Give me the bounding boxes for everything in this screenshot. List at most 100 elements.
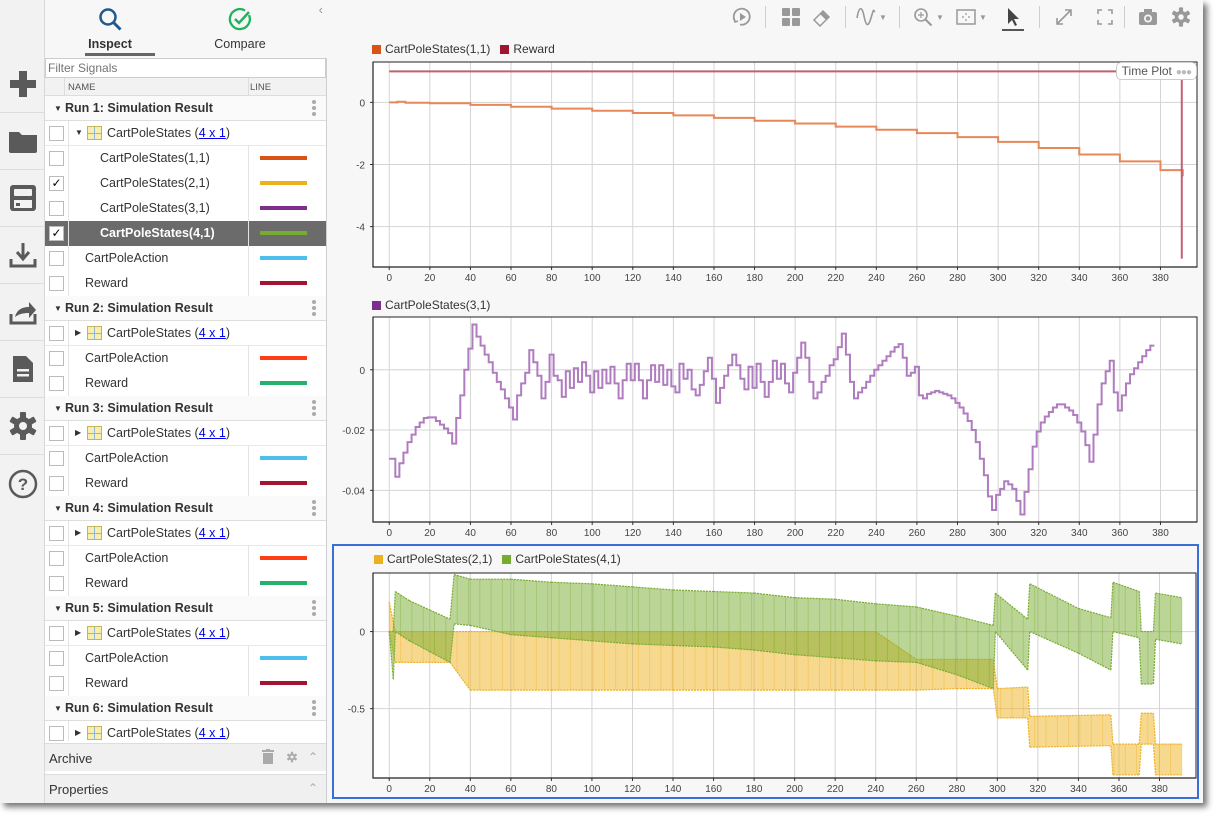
fit-to-view-icon[interactable]: ▼ [955, 5, 987, 29]
signal-row[interactable]: ✓ CartPoleStates(2,1) [45, 171, 326, 196]
expand-caret-icon[interactable]: ▼ [54, 404, 62, 413]
signal-checkbox[interactable] [49, 351, 64, 366]
expand-caret-icon[interactable]: ▶ [75, 428, 81, 437]
line-style-swatch[interactable] [260, 456, 307, 460]
expand-caret-icon[interactable]: ▼ [54, 104, 62, 113]
run-options-icon[interactable] [312, 500, 316, 518]
run-header[interactable]: ▼ Run 1: Simulation Result [45, 96, 326, 121]
dimension-link[interactable]: 4 x 1 [199, 526, 226, 540]
plot-type-badge[interactable]: Time Plot ●●● [1115, 62, 1197, 80]
eraser-icon[interactable] [811, 5, 833, 29]
signal-row[interactable]: CartPoleAction [45, 246, 326, 271]
signal-row[interactable]: CartPoleAction [45, 346, 326, 371]
line-style-swatch[interactable] [260, 381, 307, 385]
expand-caret-icon[interactable]: ▶ [75, 728, 81, 737]
signal-row[interactable]: CartPoleStates(1,1) [45, 146, 326, 171]
column-name-header[interactable]: NAME [68, 82, 95, 93]
dimension-link[interactable]: 4 x 1 [199, 326, 226, 340]
series-band[interactable] [454, 574, 471, 626]
signal-row[interactable]: ✓ CartPoleStates(4,1) [45, 221, 326, 246]
chevron-up-icon[interactable]: ⌃ [308, 781, 318, 795]
collapse-caret-icon[interactable]: ▼ [75, 128, 83, 137]
series-band[interactable] [1112, 582, 1140, 638]
signal-checkbox[interactable] [49, 476, 64, 491]
line-style-swatch[interactable] [260, 656, 307, 660]
filter-signals-input[interactable] [45, 58, 326, 78]
series-band[interactable] [1029, 714, 1111, 748]
report-icon[interactable] [0, 341, 45, 398]
signal-group-row[interactable]: ▶ CartPoleStates (4 x 1) [45, 421, 326, 446]
series-band[interactable] [470, 631, 511, 691]
pointer-icon[interactable] [1002, 5, 1024, 31]
help-icon[interactable]: ? [0, 455, 45, 512]
zoom-in-icon[interactable]: ▼ [912, 5, 944, 29]
dimension-link[interactable]: 4 x 1 [199, 726, 226, 740]
signal-checkbox[interactable] [49, 676, 64, 691]
signal-checkbox[interactable] [49, 551, 64, 566]
signal-checkbox[interactable] [49, 276, 64, 291]
expand-icon[interactable] [1053, 5, 1075, 29]
signal-row[interactable]: CartPoleAction [45, 546, 326, 571]
signal-group-row[interactable]: ▶ CartPoleStates (4 x 1) [45, 521, 326, 546]
series-band[interactable] [591, 583, 633, 644]
signal-checkbox[interactable] [49, 326, 64, 341]
signal-row[interactable]: CartPoleAction [45, 646, 326, 671]
tab-compare[interactable]: Compare [185, 0, 295, 58]
series-band[interactable] [673, 589, 714, 647]
signal-row[interactable]: Reward [45, 571, 326, 596]
signal-row[interactable]: Reward [45, 671, 326, 696]
line-style-swatch[interactable] [260, 356, 307, 360]
more-options-icon[interactable]: ●●● [1176, 67, 1192, 78]
column-line-header[interactable]: LINE [250, 82, 271, 93]
time-plot-2[interactable]: CartPoleStates(3,1) 0 20 40 60 80 100 120 140 16… [332, 292, 1199, 542]
trash-icon[interactable] [262, 749, 274, 767]
archive-section[interactable]: Archive ⌃ [45, 743, 326, 771]
signal-row[interactable]: CartPoleAction [45, 446, 326, 471]
new-icon[interactable] [0, 56, 45, 113]
settings-icon[interactable] [0, 398, 45, 455]
series-band[interactable] [510, 579, 552, 638]
plot-2-canvas[interactable]: 0 20 40 60 80 100 120 140 160 180 200 220 240 260 280 3… [332, 292, 1199, 542]
dimension-link[interactable]: 4 x 1 [199, 126, 226, 140]
signal-group-row[interactable]: ▶ CartPoleStates (4 x 1) [45, 721, 326, 741]
properties-section[interactable]: Properties ⌃ [45, 774, 326, 803]
run-header[interactable]: ▼ Run 6: Simulation Result [45, 696, 326, 721]
expand-caret-icon[interactable]: ▼ [54, 704, 62, 713]
run-header[interactable]: ▼ Run 4: Simulation Result [45, 496, 326, 521]
export-icon[interactable] [0, 284, 45, 341]
signal-checkbox[interactable] [49, 251, 64, 266]
line-style-swatch[interactable] [260, 181, 307, 185]
run-options-icon[interactable] [312, 300, 316, 318]
line-style-swatch[interactable] [260, 206, 307, 210]
signal-row[interactable]: Reward [45, 471, 326, 496]
time-plot-1[interactable]: CartPoleStates(1,1) Reward 0 20 40 60 80 100 12… [332, 36, 1199, 288]
run-options-icon[interactable] [312, 600, 316, 618]
line-style-swatch[interactable] [260, 481, 307, 485]
series-band[interactable] [551, 582, 592, 641]
signal-checkbox[interactable] [49, 726, 64, 741]
signal-checkbox[interactable] [49, 376, 64, 391]
plot-3-canvas[interactable]: 0 20 40 60 80 100 120 140 160 180 200 220 240 260 280 3… [334, 546, 1197, 797]
series-band[interactable] [1112, 744, 1140, 775]
signal-checkbox[interactable]: ✓ [49, 176, 64, 191]
series-band[interactable] [713, 591, 755, 651]
run-header[interactable]: ▼ Run 5: Simulation Result [45, 596, 326, 621]
replay-icon[interactable] [731, 5, 753, 29]
run-header[interactable]: ▼ Run 3: Simulation Result [45, 396, 326, 421]
open-folder-icon[interactable] [0, 113, 45, 170]
expand-caret-icon[interactable]: ▶ [75, 628, 81, 637]
series-band[interactable] [510, 631, 552, 691]
import-icon[interactable] [0, 227, 45, 284]
signal-group-row[interactable]: ▶ CartPoleStates (4 x 1) [45, 621, 326, 646]
expand-caret-icon[interactable]: ▼ [54, 504, 62, 513]
save-icon[interactable] [0, 170, 45, 227]
data-cursor-icon[interactable]: ▼ [855, 5, 887, 29]
plot-1-canvas[interactable]: 0 20 40 60 80 100 120 140 160 180 200 220 240 260 280 3… [332, 36, 1199, 288]
series-band[interactable] [835, 599, 876, 661]
run-options-icon[interactable] [312, 400, 316, 418]
dimension-link[interactable]: 4 x 1 [199, 426, 226, 440]
signal-row[interactable]: CartPoleStates(3,1) [45, 196, 326, 221]
expand-caret-icon[interactable]: ▶ [75, 328, 81, 337]
archive-settings-icon[interactable] [286, 751, 298, 766]
expand-caret-icon[interactable]: ▼ [54, 604, 62, 613]
